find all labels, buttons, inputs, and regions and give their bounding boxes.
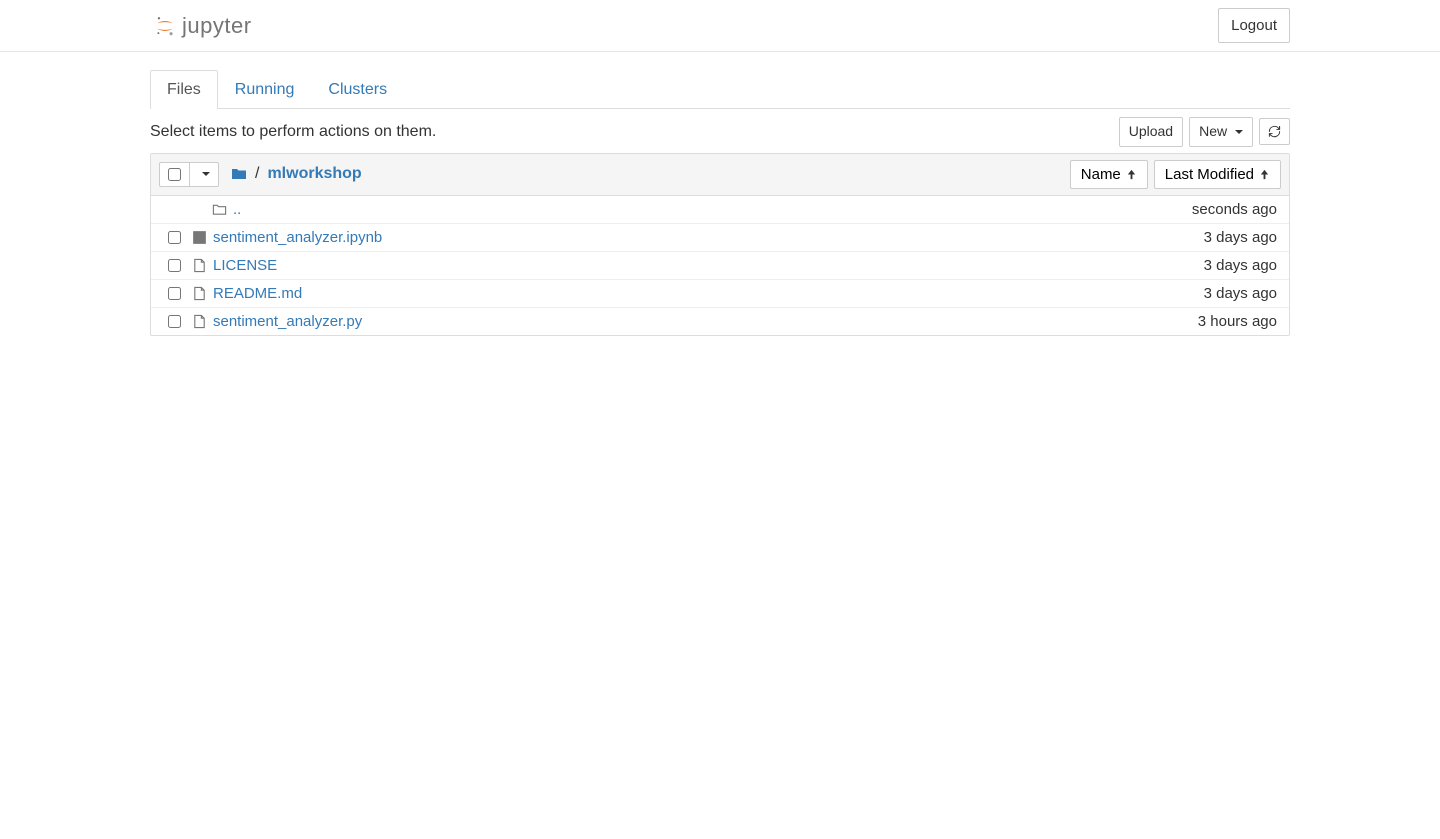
arrow-up-icon	[1126, 169, 1137, 180]
jupyter-logo-icon	[154, 15, 176, 37]
row-checkbox[interactable]	[168, 315, 181, 328]
file-list-panel: / mlworkshop Name Last Modified .. secon…	[150, 153, 1290, 336]
select-all-dropdown[interactable]	[190, 163, 218, 186]
sort-modified-label: Last Modified	[1165, 166, 1254, 183]
main-tabs: Files Running Clusters	[150, 70, 1290, 109]
upload-button[interactable]: Upload	[1119, 117, 1183, 147]
file-row-parent[interactable]: .. seconds ago	[151, 196, 1289, 224]
breadcrumb-separator: /	[255, 165, 259, 183]
toolbar: Select items to perform actions on them.…	[150, 109, 1290, 153]
select-all-group	[159, 162, 219, 187]
file-modified: 3 days ago	[1204, 257, 1281, 274]
row-checkbox[interactable]	[168, 231, 181, 244]
file-link[interactable]: sentiment_analyzer.py	[213, 313, 362, 330]
caret-down-icon	[202, 172, 210, 176]
refresh-icon	[1267, 124, 1282, 139]
jupyter-logo[interactable]: jupyter	[150, 13, 252, 39]
breadcrumb: / mlworkshop	[231, 165, 362, 183]
file-icon	[189, 258, 209, 273]
file-modified: 3 days ago	[1204, 285, 1281, 302]
select-all-checkbox-wrap[interactable]	[160, 163, 190, 186]
new-dropdown-button[interactable]: New	[1189, 117, 1253, 147]
row-checkbox[interactable]	[168, 287, 181, 300]
row-checkbox[interactable]	[168, 259, 181, 272]
file-row[interactable]: LICENSE 3 days ago	[151, 252, 1289, 280]
tab-running[interactable]: Running	[218, 70, 312, 109]
tab-files[interactable]: Files	[150, 70, 218, 109]
refresh-button[interactable]	[1259, 118, 1290, 145]
file-list-header: / mlworkshop Name Last Modified	[151, 154, 1289, 196]
breadcrumb-current[interactable]: mlworkshop	[267, 165, 361, 183]
tab-clusters[interactable]: Clusters	[311, 70, 404, 109]
arrow-up-icon	[1259, 169, 1270, 180]
file-modified: 3 days ago	[1204, 229, 1281, 246]
sort-modified-button[interactable]: Last Modified	[1154, 160, 1281, 189]
file-row[interactable]: sentiment_analyzer.ipynb 3 days ago	[151, 224, 1289, 252]
new-button-label: New	[1199, 123, 1227, 139]
folder-home-icon[interactable]	[231, 166, 247, 182]
file-modified: seconds ago	[1192, 201, 1281, 218]
folder-outline-icon	[209, 202, 229, 217]
file-icon	[189, 286, 209, 301]
logout-button[interactable]: Logout	[1218, 8, 1290, 43]
file-modified: 3 hours ago	[1198, 313, 1281, 330]
select-all-checkbox[interactable]	[168, 168, 181, 181]
file-link[interactable]: ..	[233, 201, 241, 218]
page-header: jupyter Logout	[0, 0, 1440, 52]
sort-name-button[interactable]: Name	[1070, 160, 1148, 189]
file-row[interactable]: sentiment_analyzer.py 3 hours ago	[151, 308, 1289, 335]
notebook-icon	[189, 230, 209, 245]
file-link[interactable]: README.md	[213, 285, 302, 302]
file-link[interactable]: LICENSE	[213, 257, 277, 274]
action-hint: Select items to perform actions on them.	[150, 123, 436, 141]
file-link[interactable]: sentiment_analyzer.ipynb	[213, 229, 382, 246]
caret-down-icon	[1235, 130, 1243, 134]
file-icon	[189, 314, 209, 329]
file-row[interactable]: README.md 3 days ago	[151, 280, 1289, 308]
jupyter-logo-text: jupyter	[182, 13, 252, 39]
sort-name-label: Name	[1081, 166, 1121, 183]
